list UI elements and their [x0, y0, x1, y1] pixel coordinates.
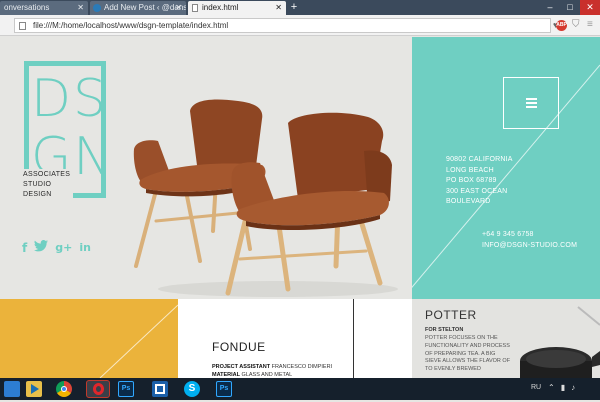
minimize-button[interactable]: – — [540, 0, 560, 15]
address-line: BOULEVARD — [446, 198, 491, 205]
volume-icon[interactable]: ♪ — [571, 383, 575, 392]
potter-title: POTTER — [425, 308, 477, 322]
meta-value: FRANCESCO DIMPIERI — [271, 364, 333, 370]
address-block: 90802 CALIFORNIA LONG BEACH PO BOX 68789… — [446, 155, 513, 208]
close-tab-icon[interactable]: ✕ — [175, 1, 182, 15]
tab-add-new-post[interactable]: Add New Post ‹ @danskho ✕ — [90, 1, 186, 15]
chevron-up-icon[interactable]: ⌃ — [548, 383, 555, 392]
close-window-button[interactable]: ✕ — [580, 0, 600, 15]
tab-label: Add New Post ‹ @danskho — [104, 3, 186, 12]
yellow-tile[interactable] — [0, 299, 178, 378]
address-line: 90802 CALIFORNIA — [446, 156, 513, 163]
twitter-icon[interactable] — [34, 240, 49, 255]
contact-panel: 90802 CALIFORNIA LONG BEACH PO BOX 68789… — [412, 37, 600, 299]
potter-tile[interactable]: POTTER FOR STELTON POTTER FOCUSES ON THE… — [412, 299, 600, 378]
network-icon[interactable]: ▮ — [561, 383, 565, 392]
fondue-tile[interactable]: FONDUE PROJECT ASSISTANT FRANCESCO DIMPI… — [178, 299, 412, 378]
adblock-icon[interactable]: ABP — [556, 20, 567, 31]
url-field[interactable]: file:///M:/home/localhost/www/dsgn-templ… — [14, 18, 558, 33]
page-info-icon[interactable] — [19, 22, 26, 30]
potter-description: POTTER FOCUSES ON THE FUNCTIONALITY AND … — [425, 335, 511, 373]
address-line: 300 EAST OCEAN — [446, 187, 508, 195]
photoshop-icon[interactable]: Ps — [118, 381, 134, 397]
wordpress-icon — [93, 4, 101, 12]
potter-client: FOR STELTON — [425, 327, 464, 333]
phone-number[interactable]: +64 9 345 6758 — [482, 230, 577, 241]
tab-label: index.html — [202, 3, 239, 12]
hamburger-icon — [526, 98, 537, 100]
close-tab-icon[interactable]: ✕ — [275, 1, 282, 15]
url-text: file:///M:/home/localhost/www/dsgn-templ… — [33, 21, 229, 30]
linkedin-icon[interactable]: in — [79, 241, 91, 254]
email-link[interactable]: INFO@DSGN-STUDIO.COM — [482, 241, 577, 252]
fondue-product-line — [353, 299, 354, 378]
language-indicator[interactable]: RU — [531, 384, 541, 391]
fondue-meta: PROJECT ASSISTANT FRANCESCO DIMPIERI MAT… — [212, 363, 332, 378]
address-line: LONG BEACH — [446, 166, 494, 174]
teapot-image — [520, 306, 600, 378]
hamburger-icon-bar — [526, 106, 537, 108]
taskbar: Ps S Ps RU ⌃ ▮ ♪ — [0, 378, 600, 400]
social-links: f g+ in — [22, 240, 91, 255]
tagline-line: DESIGN — [23, 191, 52, 198]
googleplus-icon[interactable]: g+ — [55, 241, 72, 254]
photoshop-icon[interactable]: Ps — [216, 381, 232, 397]
close-tab-icon[interactable]: ✕ — [77, 1, 84, 15]
menu-icon[interactable]: ≡ — [587, 19, 593, 30]
contact-block: +64 9 345 6758 INFO@DSGN-STUDIO.COM — [482, 230, 577, 251]
windows-start-icon[interactable] — [4, 381, 20, 397]
app-window-icon[interactable] — [152, 381, 168, 397]
diagonal-line — [99, 304, 178, 378]
menu-button[interactable] — [503, 77, 559, 129]
chrome-icon[interactable] — [56, 381, 72, 397]
facebook-icon[interactable]: f — [22, 241, 27, 255]
fondue-title: FONDUE — [212, 340, 266, 354]
hero-section: DS GN ASSOCIATES STUDIO DESIGN f g+ in 9… — [0, 37, 600, 299]
chairs-image — [133, 99, 398, 297]
studio-tagline: ASSOCIATES STUDIO DESIGN — [22, 169, 74, 200]
tab-strip: onversations ✕ Add New Post ‹ @danskho ✕… — [0, 0, 600, 15]
media-player-icon[interactable] — [26, 381, 42, 397]
shield-icon[interactable]: ⛉ — [572, 19, 580, 30]
web-page: DS GN ASSOCIATES STUDIO DESIGN f g+ in 9… — [0, 37, 600, 378]
meta-label: PROJECT ASSISTANT — [212, 364, 271, 370]
new-tab-button[interactable]: + — [288, 1, 300, 14]
tab-label: onversations — [4, 3, 50, 12]
window-controls: – □ ✕ — [540, 0, 600, 15]
logo-line-1: DS — [31, 69, 109, 129]
opera-icon[interactable] — [86, 380, 110, 398]
tagline-line: STUDIO — [23, 181, 52, 188]
skype-icon[interactable]: S — [184, 381, 200, 397]
address-line: PO BOX 68789 — [446, 177, 497, 184]
hamburger-icon-bar — [526, 102, 537, 104]
system-tray: ⌃ ▮ ♪ — [548, 383, 575, 392]
tagline-line: ASSOCIATES — [23, 171, 71, 178]
page-icon — [192, 4, 198, 12]
address-bar: file:///M:/home/localhost/www/dsgn-templ… — [0, 15, 600, 36]
tab-index-html[interactable]: index.html ✕ — [188, 1, 286, 15]
tab-conversations[interactable]: onversations ✕ — [0, 1, 88, 15]
maximize-button[interactable]: □ — [560, 0, 580, 15]
